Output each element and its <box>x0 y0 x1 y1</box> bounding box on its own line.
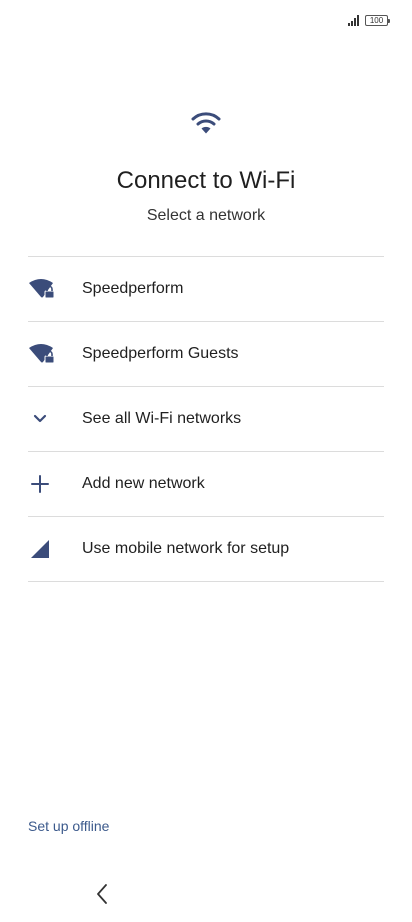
mobile-signal-icon <box>28 537 56 561</box>
set-up-offline-link[interactable]: Set up offline <box>28 818 109 834</box>
add-network-item[interactable]: Add new network <box>28 452 384 516</box>
chevron-down-icon <box>28 407 56 431</box>
wifi-locked-icon <box>28 277 56 301</box>
divider <box>28 581 384 582</box>
network-item-speedperform-guests[interactable]: Speedperform Guests <box>28 322 384 386</box>
see-all-networks-label: See all Wi-Fi networks <box>82 410 242 427</box>
add-network-label: Add new network <box>82 475 205 492</box>
wifi-icon <box>191 112 221 134</box>
network-item-speedperform[interactable]: Speedperform <box>28 257 384 321</box>
wifi-locked-icon <box>28 342 56 366</box>
see-all-networks-item[interactable]: See all Wi-Fi networks <box>28 387 384 451</box>
plus-icon <box>28 472 56 496</box>
network-list: Speedperform Speedperform Guests See all… <box>28 256 384 582</box>
status-bar: 100 <box>348 12 390 28</box>
network-label: Speedperform <box>82 280 184 297</box>
battery-icon: 100 <box>365 14 390 26</box>
mobile-network-label: Use mobile network for setup <box>82 540 290 557</box>
page-title: Connect to Wi-Fi <box>116 167 296 194</box>
network-label: Speedperform Guests <box>82 345 239 362</box>
cell-signal-icon <box>348 14 359 26</box>
page-subtitle: Select a network <box>146 207 266 224</box>
mobile-network-item[interactable]: Use mobile network for setup <box>28 517 384 581</box>
back-chevron-icon[interactable] <box>92 880 112 908</box>
